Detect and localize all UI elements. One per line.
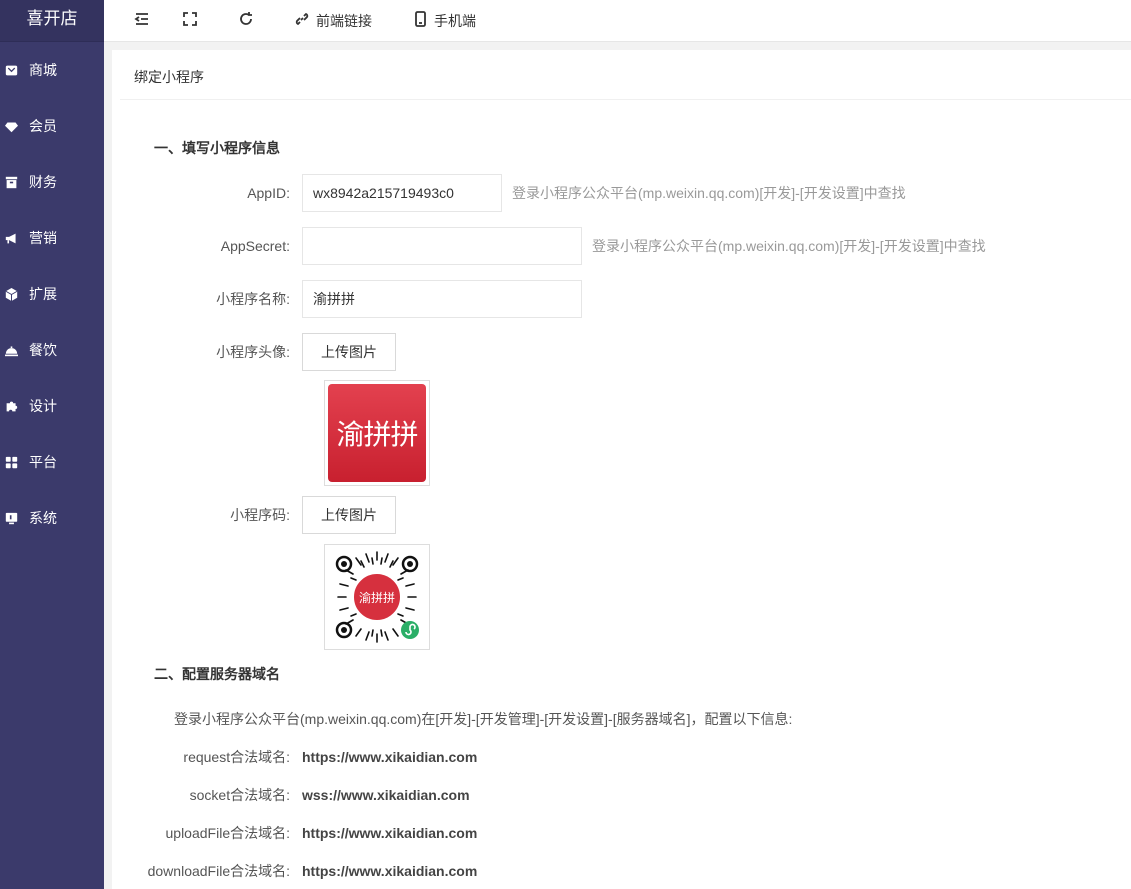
domain-row-upload: uploadFile合法域名: https://www.xikaidian.co…: [112, 823, 478, 843]
sidebar-item-label: 平台: [29, 454, 57, 470]
wallet-icon: [4, 175, 18, 189]
page-title: 绑定小程序: [120, 50, 1131, 100]
fullscreen-icon: [182, 11, 198, 30]
sidebar-item-member[interactable]: 会员: [0, 98, 104, 154]
frontend-link-label: 前端链接: [316, 12, 372, 29]
domain-value: https://www.xikaidian.com: [302, 863, 478, 879]
sidebar-item-design[interactable]: 设计: [0, 378, 104, 434]
fullscreen-button[interactable]: [182, 0, 198, 42]
name-input[interactable]: [302, 280, 582, 318]
appsecret-label: AppSecret:: [220, 238, 290, 254]
sidebar-item-system[interactable]: 系统: [0, 490, 104, 546]
sidebar-item-label: 系统: [29, 510, 57, 526]
appid-input[interactable]: [302, 174, 502, 212]
section-title-domain: 二、配置服务器域名: [154, 666, 280, 682]
qrcode-center-text: 渝拼拼: [359, 590, 395, 605]
domain-row-download: downloadFile合法域名: https://www.xikaidian.…: [112, 861, 478, 881]
domain-value: wss://www.xikaidian.com: [302, 787, 470, 803]
qrcode-upload-button[interactable]: 上传图片: [302, 496, 396, 534]
avatar-label: 小程序头像:: [216, 344, 290, 360]
link-icon: [294, 11, 310, 30]
name-label: 小程序名称:: [216, 291, 290, 307]
avatar-preview: 渝拼拼: [324, 380, 430, 486]
sidebar-item-label: 餐饮: [29, 342, 57, 358]
mobile-icon: [412, 11, 428, 30]
indent-icon: [134, 11, 150, 30]
topbar: 前端链接 手机端: [104, 0, 1131, 42]
megaphone-icon: [4, 231, 18, 245]
domain-value: https://www.xikaidian.com: [302, 749, 478, 765]
frontend-link-button[interactable]: 前端链接: [294, 0, 372, 42]
name-row: 小程序名称:: [112, 280, 582, 318]
mobile-button[interactable]: 手机端: [412, 0, 476, 42]
sidebar-item-marketing[interactable]: 营销: [0, 210, 104, 266]
main-content: 绑定小程序 一、填写小程序信息 AppID: 登录小程序公众平台(mp.weix…: [112, 50, 1131, 889]
mobile-label: 手机端: [434, 12, 476, 29]
sidebar-item-shop[interactable]: 商城: [0, 42, 104, 98]
avatar-upload-button[interactable]: 上传图片: [302, 333, 396, 371]
domain-row-socket: socket合法域名: wss://www.xikaidian.com: [112, 785, 470, 805]
shop-icon: [4, 63, 18, 77]
appsecret-input[interactable]: [302, 227, 582, 265]
qrcode-preview: 渝拼拼: [324, 544, 430, 650]
sidebar-menu: 商城 会员 财务 营销 扩展 餐饮 设计 平台 系统: [0, 42, 104, 546]
domain-label: request合法域名:: [183, 749, 290, 765]
domain-label: socket合法域名:: [189, 787, 290, 803]
avatar-image: 渝拼拼: [328, 384, 426, 482]
avatar-image-text: 渝拼拼: [336, 419, 418, 450]
refresh-button[interactable]: [238, 0, 254, 42]
sidebar-item-finance[interactable]: 财务: [0, 154, 104, 210]
puzzle-icon: [4, 399, 18, 413]
appsecret-hint: 登录小程序公众平台(mp.weixin.qq.com)[开发]-[开发设置]中查…: [592, 238, 986, 254]
sidebar-item-label: 设计: [29, 398, 57, 414]
domain-row-request: request合法域名: https://www.xikaidian.com: [112, 747, 477, 767]
qrcode-label: 小程序码:: [230, 507, 290, 523]
appid-row: AppID: 登录小程序公众平台(mp.weixin.qq.com)[开发]-[…: [112, 174, 906, 212]
appid-hint: 登录小程序公众平台(mp.weixin.qq.com)[开发]-[开发设置]中查…: [512, 185, 906, 201]
sidebar-item-label: 商城: [29, 62, 57, 78]
sidebar: 喜开店 商城 会员 财务 营销 扩展 餐饮 设计 平台 系统: [0, 0, 104, 889]
section-title-info: 一、填写小程序信息: [154, 140, 280, 156]
sidebar-item-label: 扩展: [29, 286, 57, 302]
toggle-sidebar-button[interactable]: [134, 0, 150, 42]
cube-icon: [4, 287, 18, 301]
refresh-icon: [238, 11, 254, 30]
appid-label: AppID:: [247, 185, 290, 201]
sidebar-item-extension[interactable]: 扩展: [0, 266, 104, 322]
sidebar-item-platform[interactable]: 平台: [0, 434, 104, 490]
monitor-icon: [4, 511, 18, 525]
domain-label: uploadFile合法域名:: [165, 825, 291, 841]
qrcode-row: 小程序码: 上传图片: [112, 496, 396, 534]
diamond-icon: [4, 119, 18, 133]
domain-label: downloadFile合法域名:: [147, 863, 290, 879]
domain-description: 登录小程序公众平台(mp.weixin.qq.com)在[开发]-[开发管理]-…: [174, 711, 793, 727]
brand-logo[interactable]: 喜开店: [0, 0, 104, 42]
qrcode-image: 渝拼拼: [328, 548, 426, 646]
sidebar-item-label: 财务: [29, 174, 57, 190]
sidebar-item-label: 营销: [29, 230, 57, 246]
grid-icon: [4, 455, 18, 469]
domain-value: https://www.xikaidian.com: [302, 825, 478, 841]
sidebar-item-label: 会员: [29, 118, 57, 134]
avatar-row: 小程序头像: 上传图片: [112, 333, 396, 371]
sidebar-item-catering[interactable]: 餐饮: [0, 322, 104, 378]
dish-icon: [4, 343, 18, 357]
appsecret-row: AppSecret: 登录小程序公众平台(mp.weixin.qq.com)[开…: [112, 227, 986, 265]
